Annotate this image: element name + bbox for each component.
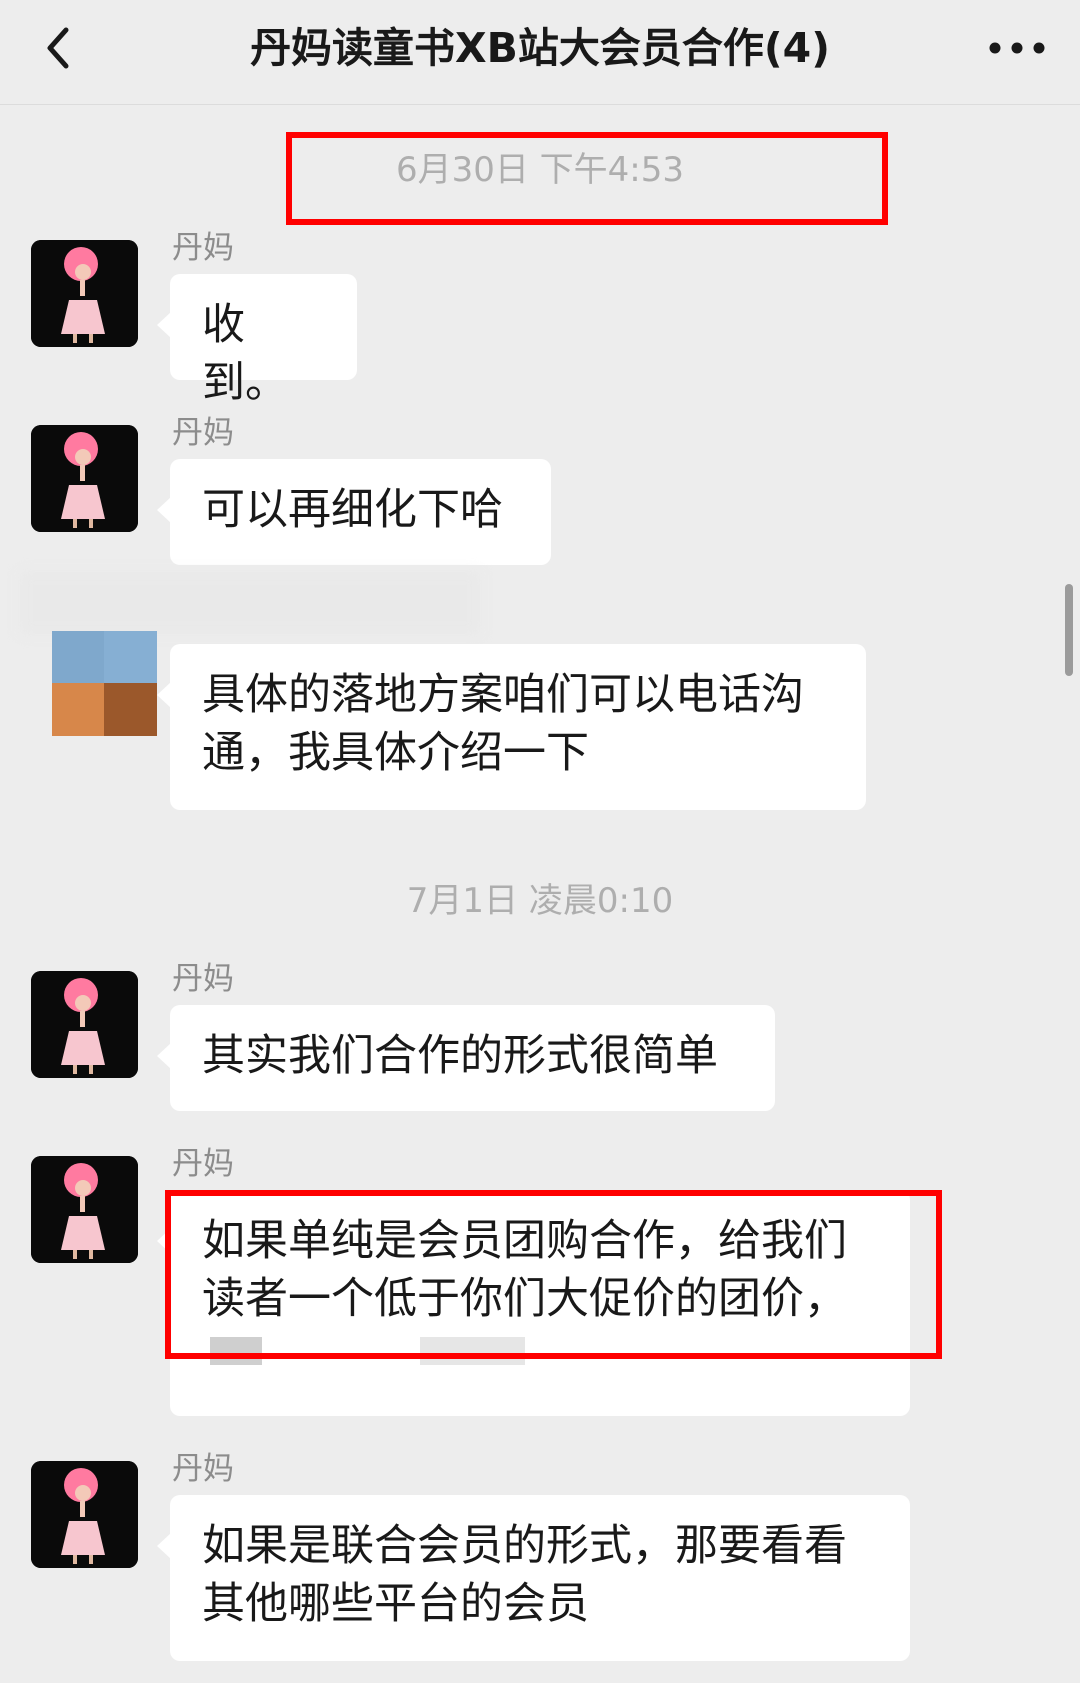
scrollbar[interactable] <box>1065 584 1073 676</box>
message-text: 其他哪些平台的会员 <box>202 1579 589 1629</box>
back-button[interactable] <box>30 18 90 78</box>
girl-avatar-icon <box>31 1156 138 1263</box>
girl-avatar-icon <box>31 425 138 532</box>
chat-title: 丹妈读童书XB站大会员合作(4) <box>250 24 830 72</box>
message-bubble[interactable]: 收到。 <box>157 274 357 408</box>
message-text: 如果是联合会员的形式，那要看看 <box>202 1521 847 1571</box>
timestamp: 7月1日 凌晨0:10 <box>406 881 674 921</box>
avatar[interactable] <box>31 240 138 347</box>
redaction-mark <box>210 1337 262 1365</box>
message-bubble[interactable]: 具体的落地方案咱们可以电话沟 通，我具体介绍一下 <box>157 644 866 810</box>
message-bubble[interactable]: 如果是联合会员的形式，那要看看 其他哪些平台的会员 <box>157 1495 910 1661</box>
message-text: 具体的落地方案咱们可以电话沟 <box>202 670 804 720</box>
message-text: 收到。 <box>202 300 288 408</box>
message-bubble[interactable]: 其实我们合作的形式很简单 <box>157 1005 775 1111</box>
message-text: 可以再细化下哈 <box>202 485 503 535</box>
girl-avatar-icon <box>31 971 138 1078</box>
avatar[interactable] <box>31 425 138 532</box>
avatar[interactable] <box>31 1461 138 1568</box>
blurred-region <box>20 572 480 634</box>
message-text: 其实我们合作的形式很简单 <box>202 1031 718 1081</box>
girl-avatar-icon <box>31 1461 138 1568</box>
message-text: 通，我具体介绍一下 <box>202 728 589 778</box>
sender-name: 丹妈 <box>172 230 234 266</box>
avatar[interactable] <box>31 971 138 1078</box>
sender-name: 丹妈 <box>172 961 234 997</box>
sender-name: 丹妈 <box>172 1451 234 1487</box>
girl-avatar-icon <box>31 240 138 347</box>
sender-name: 丹妈 <box>172 1146 234 1182</box>
more-button[interactable] <box>982 28 1052 68</box>
timestamp: 6月30日 下午4:53 <box>395 150 685 190</box>
chevron-left-icon <box>47 27 69 69</box>
message-text: 如果单纯是会员团购合作，给我们 <box>202 1216 847 1266</box>
more-dots-icon <box>989 42 1045 54</box>
message-bubble[interactable]: 可以再细化下哈 <box>157 459 551 565</box>
redaction-mark <box>420 1337 525 1365</box>
avatar[interactable] <box>31 1156 138 1263</box>
chat-header: 丹妈读童书XB站大会员合作(4) <box>0 0 1080 105</box>
message-bubble[interactable]: 如果单纯是会员团购合作，给我们 读者一个低于你们大促价的团价， <box>157 1190 910 1416</box>
sender-name: 丹妈 <box>172 415 234 451</box>
avatar[interactable] <box>52 631 157 736</box>
message-text: 读者一个低于你们大促价的团价， <box>202 1274 847 1324</box>
chat-screen: 丹妈读童书XB站大会员合作(4) 6月30日 下午4:53 丹妈 收到。 丹妈 … <box>0 0 1080 1683</box>
